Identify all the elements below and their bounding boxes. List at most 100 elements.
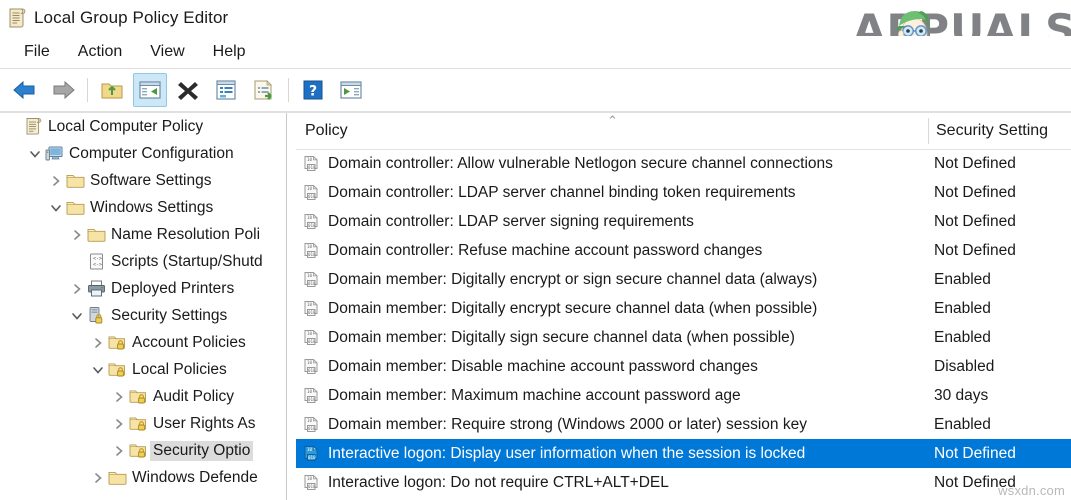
arrow-left-icon <box>12 79 38 101</box>
security-setting-cell: Not Defined <box>934 445 1016 463</box>
menu-item-action[interactable]: Action <box>64 41 136 63</box>
table-row[interactable]: 10010Domain member: Disable machine acco… <box>296 352 1071 381</box>
table-row[interactable]: 10 010 Domain member: Digitally encrypt or… <box>296 265 1071 294</box>
svg-text:010: 010 <box>308 310 316 315</box>
chevron-down-icon[interactable] <box>27 146 43 162</box>
back-button[interactable] <box>8 73 42 107</box>
chevron-right-icon[interactable] <box>111 389 127 405</box>
menu-item-help[interactable]: Help <box>199 41 260 63</box>
table-row[interactable]: 10010Domain member: Digitally sign secur… <box>296 323 1071 352</box>
tree-item-label: Audit Policy <box>153 388 234 406</box>
chevron-down-icon[interactable] <box>90 362 106 378</box>
scroll-document-icon <box>24 117 43 136</box>
tree-item-user-rights-as[interactable]: User Rights As <box>0 410 286 437</box>
svg-text:010: 010 <box>308 281 316 286</box>
tree-item-audit-policy[interactable]: Audit Policy <box>0 383 286 410</box>
security-settings-icon <box>87 306 106 325</box>
folder-lock-icon <box>129 387 148 406</box>
chevron-right-icon[interactable] <box>90 470 106 486</box>
table-row[interactable]: 10010Domain controller: Allow vulnerable… <box>296 149 1071 178</box>
menu-item-file[interactable]: File <box>10 41 64 63</box>
column-header-policy[interactable]: Policy ⌃ <box>296 113 928 149</box>
svg-text:?: ? <box>309 84 317 100</box>
svg-text:10: 10 <box>307 186 313 191</box>
chevron-right-icon[interactable] <box>90 335 106 351</box>
tree-item-label: Local Computer Policy <box>48 118 203 136</box>
tree-item-name-resolution-poli[interactable]: Name Resolution Poli <box>0 221 286 248</box>
chevron-down-icon[interactable] <box>48 200 64 216</box>
table-row[interactable]: 10010Domain controller: LDAP server chan… <box>296 178 1071 207</box>
security-setting-cell: Enabled <box>934 416 991 434</box>
tree-item-deployed-printers[interactable]: Deployed Printers <box>0 275 286 302</box>
table-row[interactable]: 10010Domain member: Require strong (Wind… <box>296 410 1071 439</box>
window-title: Local Group Policy Editor <box>34 8 228 28</box>
toolbar: ? <box>0 69 1071 111</box>
menu-item-view[interactable]: View <box>136 41 198 63</box>
column-header-security-setting[interactable]: Security Setting <box>928 113 1071 149</box>
tree-item-local-computer-policy[interactable]: Local Computer Policy <box>0 113 286 140</box>
svg-text:010: 010 <box>308 165 316 170</box>
chevron-right-icon[interactable] <box>48 173 64 189</box>
tree-item-label: Name Resolution Poli <box>111 226 260 244</box>
svg-text:010: 010 <box>308 484 316 489</box>
chevron-right-icon[interactable] <box>111 443 127 459</box>
up-one-level-button[interactable] <box>95 73 129 107</box>
svg-text:10: 10 <box>307 331 313 336</box>
svg-text:10: 10 <box>307 302 313 307</box>
tree-twisty-none <box>69 254 85 270</box>
folder-icon <box>87 225 106 244</box>
console-tree-pane[interactable]: Local Computer Policy Computer Configurat… <box>0 113 286 500</box>
tree-item-security-settings[interactable]: Security Settings <box>0 302 286 329</box>
tree-item-label: Local Policies <box>132 361 227 379</box>
table-row[interactable]: 10010Domain member: Maximum machine acco… <box>296 381 1071 410</box>
tree-item-scripts-startup-shutd[interactable]: <-><->Scripts (Startup/Shutd <box>0 248 286 275</box>
chevron-down-icon[interactable] <box>69 308 85 324</box>
column-header-policy-label: Policy <box>305 122 348 140</box>
menu-bar: File Action View Help <box>0 36 1071 68</box>
policy-name-cell: Domain member: Digitally encrypt or sign… <box>328 271 928 289</box>
properties-window-icon <box>214 79 238 101</box>
forward-button[interactable] <box>46 73 80 107</box>
svg-text:10: 10 <box>307 447 313 452</box>
delete-button[interactable] <box>171 73 205 107</box>
folder-icon <box>108 468 127 487</box>
svg-text:10: 10 <box>307 273 313 278</box>
tree-item-windows-defende[interactable]: Windows Defende <box>0 464 286 491</box>
tree-item-label: Computer Configuration <box>69 145 234 163</box>
help-button[interactable]: ? <box>296 73 330 107</box>
folder-lock-icon <box>129 441 148 460</box>
folder-up-icon <box>100 79 124 101</box>
tree-item-local-policies[interactable]: Local Policies <box>0 356 286 383</box>
tree-item-account-policies[interactable]: Account Policies <box>0 329 286 356</box>
show-hide-console-tree-button[interactable] <box>133 73 167 107</box>
export-list-button[interactable] <box>247 73 281 107</box>
svg-text:10: 10 <box>307 215 313 220</box>
tree-item-computer-configuration[interactable]: Computer Configuration <box>0 140 286 167</box>
security-setting-cell: Not Defined <box>934 474 1016 492</box>
chevron-right-icon[interactable] <box>69 227 85 243</box>
security-setting-cell: Enabled <box>934 300 991 318</box>
table-row[interactable]: 10010Interactive logon: Display user inf… <box>296 439 1071 468</box>
chevron-right-icon[interactable] <box>69 281 85 297</box>
table-row[interactable]: 10010Domain member: Digitally encrypt se… <box>296 294 1071 323</box>
security-setting-cell: Not Defined <box>934 184 1016 202</box>
tree-item-software-settings[interactable]: Software Settings <box>0 167 286 194</box>
tree-item-label: User Rights As <box>153 415 256 433</box>
folder-icon <box>66 198 85 217</box>
chevron-right-icon[interactable] <box>111 416 127 432</box>
table-row[interactable]: 10010Interactive logon: Do not require C… <box>296 468 1071 497</box>
column-header-security-setting-label: Security Setting <box>936 122 1048 140</box>
computer-icon <box>45 144 64 163</box>
svg-text:010: 010 <box>308 397 316 402</box>
export-list-icon <box>252 79 276 101</box>
svg-text:10: 10 <box>307 389 313 394</box>
action-pane-icon <box>339 79 363 101</box>
show-hide-action-pane-button[interactable] <box>334 73 368 107</box>
tree-item-security-optio[interactable]: Security Optio <box>0 437 286 464</box>
policy-setting-icon: 10010 <box>303 242 321 260</box>
table-row[interactable]: 10010Domain controller: LDAP server sign… <box>296 207 1071 236</box>
properties-button[interactable] <box>209 73 243 107</box>
tree-item-windows-settings[interactable]: Windows Settings <box>0 194 286 221</box>
tree-item-label: Security Settings <box>111 307 227 325</box>
table-row[interactable]: 10010Domain controller: Refuse machine a… <box>296 236 1071 265</box>
